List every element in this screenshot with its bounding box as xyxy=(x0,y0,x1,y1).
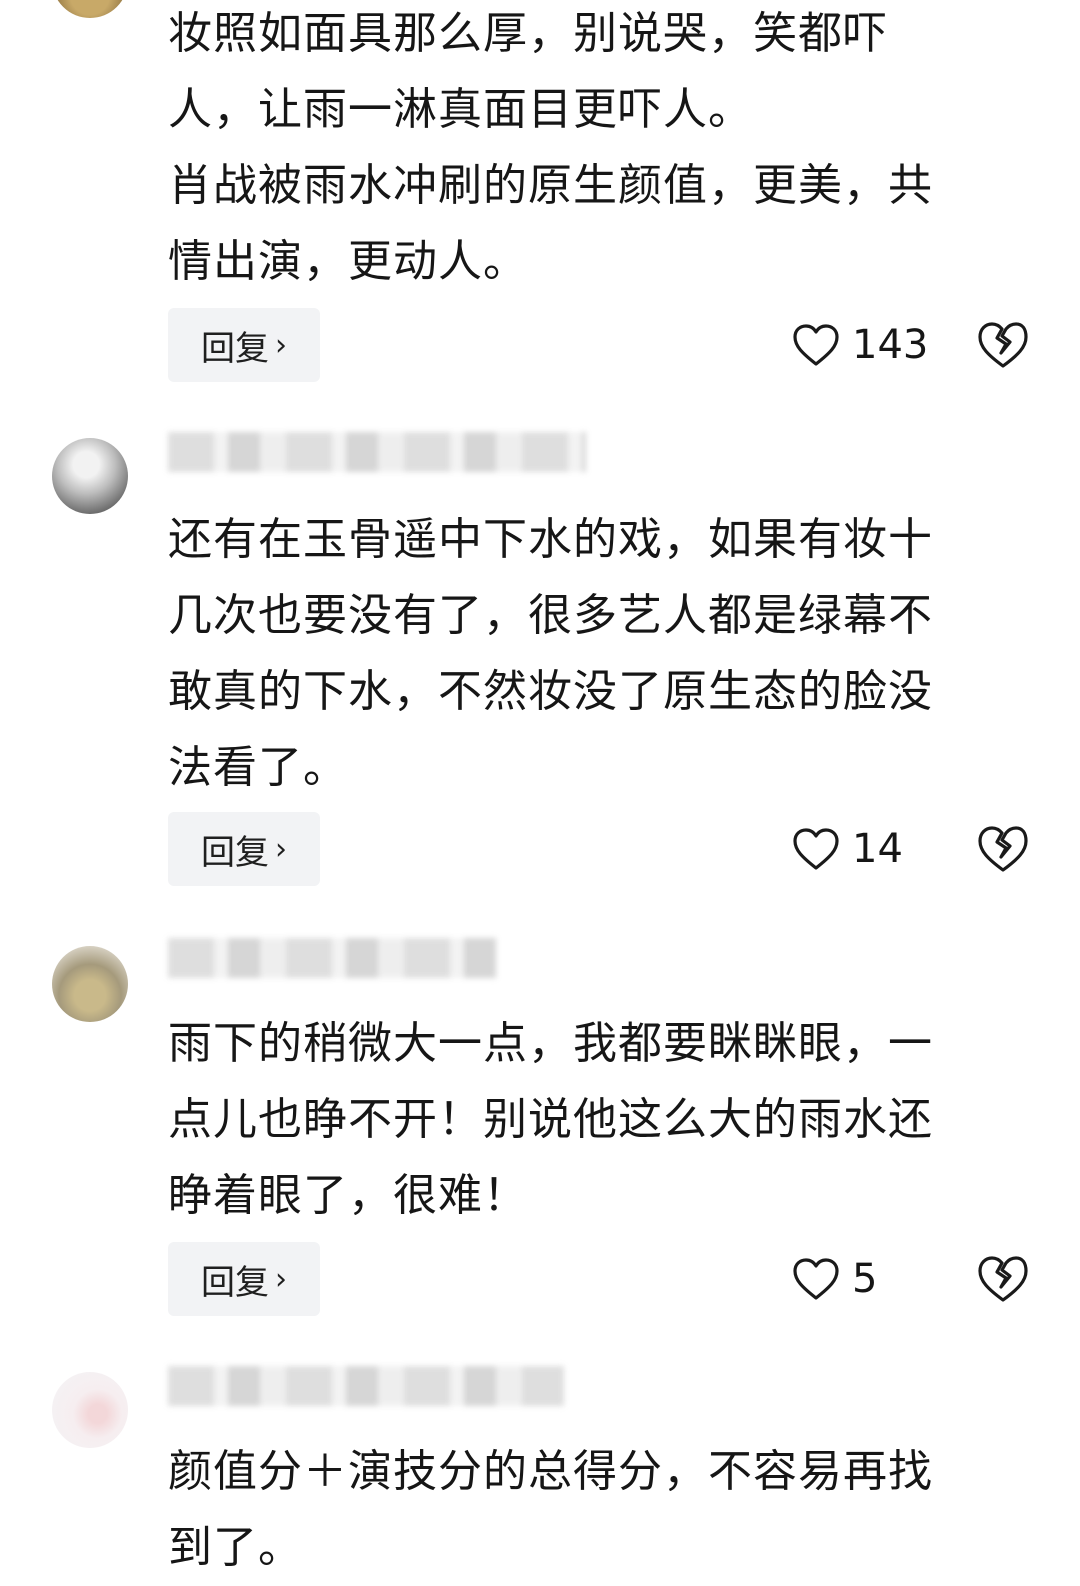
comment-text: 还有在玉骨遥中下水的戏，如果有妆十 几次也要没有了，很多艺人都是绿幕不 敢真的下… xyxy=(168,514,933,793)
broken-heart-icon[interactable] xyxy=(976,1254,1030,1304)
comment-text: 颜值分＋演技分的总得分，不容易再找 到了。 xyxy=(168,1446,933,1573)
like-button[interactable]: 143 xyxy=(792,308,928,382)
heart-outline-icon xyxy=(793,1258,839,1300)
like-count: 143 xyxy=(852,322,929,368)
reply-label: 回复 xyxy=(201,328,269,369)
avatar[interactable] xyxy=(52,946,128,1022)
chevron-right-icon: › xyxy=(275,1261,287,1297)
comment-text: 妆照如面具那么厚，别说哭，笑都吓 人，让雨一淋真面目更吓人。 肖战被雨水冲刷的原… xyxy=(168,8,933,287)
chevron-right-icon: › xyxy=(275,831,287,867)
reply-label: 回复 xyxy=(201,1262,269,1303)
username-blurred[interactable] xyxy=(168,432,586,472)
broken-heart-icon[interactable] xyxy=(976,824,1030,874)
like-button[interactable]: 5 xyxy=(792,1242,877,1316)
like-count: 5 xyxy=(852,1256,878,1302)
reply-label: 回复 xyxy=(201,832,269,873)
like-count: 14 xyxy=(852,826,903,872)
avatar[interactable] xyxy=(52,438,128,514)
username-blurred[interactable] xyxy=(168,1366,564,1406)
reply-button[interactable]: 回复 › xyxy=(168,308,320,382)
like-button[interactable]: 14 xyxy=(792,812,903,886)
chevron-right-icon: › xyxy=(275,327,287,363)
avatar[interactable] xyxy=(52,0,128,18)
reply-button[interactable]: 回复 › xyxy=(168,1242,320,1316)
username-blurred[interactable] xyxy=(168,938,496,978)
comment-text: 雨下的稍微大一点，我都要眯眯眼，一 点儿也睁不开！别说他这么大的雨水还 睁着眼了… xyxy=(168,1018,933,1221)
heart-outline-icon xyxy=(793,324,839,366)
broken-heart-icon[interactable] xyxy=(976,320,1030,370)
heart-outline-icon xyxy=(793,828,839,870)
reply-button[interactable]: 回复 › xyxy=(168,812,320,886)
avatar[interactable] xyxy=(52,1372,128,1448)
